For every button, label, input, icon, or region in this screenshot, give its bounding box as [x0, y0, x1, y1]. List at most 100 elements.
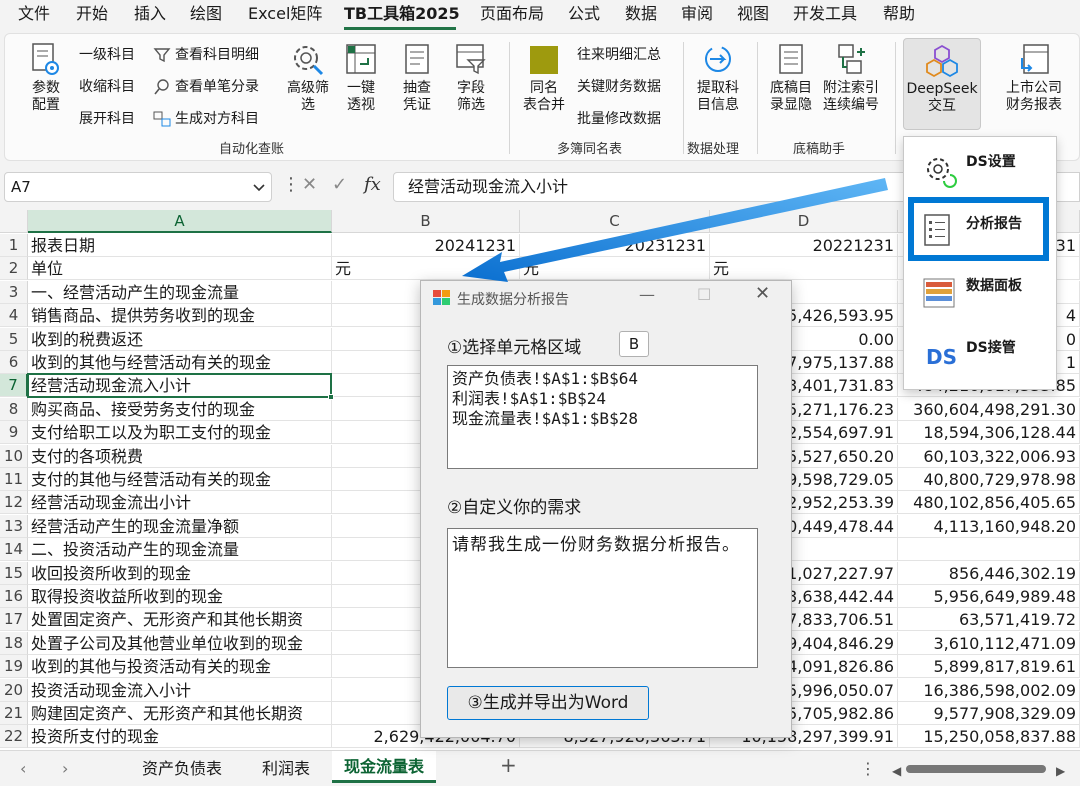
minimize-icon[interactable]: —: [639, 285, 655, 304]
menu-ds-settings[interactable]: DS设置: [904, 141, 1058, 199]
menu-view[interactable]: 视图: [737, 4, 769, 24]
menu-excel-matrix[interactable]: Excel矩阵: [248, 4, 322, 24]
add-sheet-icon[interactable]: +: [500, 755, 517, 775]
row-header[interactable]: 1: [0, 234, 28, 257]
cell-e13[interactable]: 4,113,160,948.20: [898, 514, 1080, 538]
select-range-button[interactable]: B: [619, 331, 649, 357]
column-header-b[interactable]: B: [332, 210, 520, 233]
menu-help[interactable]: 帮助: [883, 4, 915, 24]
menu-formulas[interactable]: 公式: [568, 4, 600, 24]
row-header[interactable]: 17: [0, 608, 28, 632]
params-config-button[interactable]: 参数 配置: [25, 42, 67, 114]
cell-d2[interactable]: 元: [710, 257, 898, 281]
cell-a15[interactable]: 收回投资所收到的现金: [28, 561, 332, 585]
cell-a20[interactable]: 投资活动现金流入小计: [28, 678, 332, 702]
cell-e17[interactable]: 63,571,419.72: [898, 608, 1080, 632]
select-all-corner[interactable]: [0, 210, 28, 233]
menu-developer[interactable]: 开发工具: [793, 4, 857, 24]
menu-file[interactable]: 文件: [18, 4, 50, 24]
field-filter-button[interactable]: 字段 筛选: [451, 42, 491, 114]
cell-a9[interactable]: 支付给职工以及为职工支付的现金: [28, 421, 332, 445]
menu-review[interactable]: 审阅: [681, 4, 713, 24]
row-header[interactable]: 2: [0, 257, 28, 281]
cell-d1[interactable]: 20221231: [710, 234, 898, 257]
name-box[interactable]: A7: [4, 172, 272, 202]
row-header[interactable]: 6: [0, 351, 28, 374]
fill-handle[interactable]: [328, 394, 334, 400]
cell-c2[interactable]: 元: [520, 257, 710, 281]
cell-e10[interactable]: 60,103,322,006.93: [898, 444, 1080, 468]
gen-contra-button[interactable]: 生成对方科目: [153, 110, 259, 128]
draft-toggle-button[interactable]: 底稿目 录显隐: [765, 42, 817, 114]
view-single-button[interactable]: 查看单笔分录: [153, 78, 259, 96]
generate-word-button[interactable]: ③生成并导出为Word: [447, 686, 649, 720]
close-icon[interactable]: ✕: [755, 283, 770, 304]
scroll-left-icon[interactable]: ◀: [892, 761, 901, 781]
advanced-filter-button[interactable]: 高级筛 选: [283, 42, 333, 114]
sheet-tab-balance[interactable]: 资产负债表: [142, 759, 222, 779]
sheet-tab-cashflow[interactable]: 现金流量表: [332, 751, 437, 783]
level1-account-button[interactable]: 一级科目: [79, 46, 135, 64]
requirement-textarea[interactable]: 请帮我生成一份财务数据分析报告。: [447, 528, 758, 668]
cell-a4[interactable]: 销售商品、提供劳务收到的现金: [28, 304, 332, 328]
note-index-button[interactable]: 附注索引 连续编号: [819, 42, 883, 114]
cell-a21[interactable]: 购建固定资产、无形资产和其他长期资: [28, 702, 332, 725]
row-header[interactable]: 13: [0, 514, 28, 538]
more-icon[interactable]: ⋮: [860, 759, 876, 779]
row-header[interactable]: 14: [0, 538, 28, 562]
scroll-right-icon[interactable]: ▶: [1056, 761, 1065, 781]
row-header[interactable]: 8: [0, 397, 28, 421]
cell-a10[interactable]: 支付的各项税费: [28, 444, 332, 468]
menu-tb-toolbox[interactable]: TB工具箱2025: [344, 4, 460, 24]
cell-c1[interactable]: 20231231: [520, 234, 710, 257]
cell-a8[interactable]: 购买商品、接受劳务支付的现金: [28, 397, 332, 421]
cell-e19[interactable]: 5,899,817,819.61: [898, 655, 1080, 679]
horizontal-scrollbar[interactable]: [906, 765, 1046, 773]
column-header-c[interactable]: C: [520, 210, 710, 233]
cell-b1[interactable]: 20241231: [332, 234, 520, 257]
row-header[interactable]: 9: [0, 421, 28, 445]
cell-e20[interactable]: 16,386,598,002.09: [898, 678, 1080, 702]
cell-a6[interactable]: 收到的其他与经营活动有关的现金: [28, 351, 332, 374]
key-fin-button[interactable]: 关键财务数据: [577, 78, 661, 96]
next-sheet-icon[interactable]: ›: [62, 759, 68, 779]
cell-e22[interactable]: 15,250,058,837.88: [898, 725, 1080, 749]
menu-draw[interactable]: 绘图: [190, 4, 222, 24]
cell-b2[interactable]: 元: [332, 257, 520, 281]
cancel-icon[interactable]: ✕: [302, 174, 317, 195]
cell-a3[interactable]: 一、经营活动产生的现金流量: [28, 280, 332, 304]
menu-data-panel[interactable]: 数据面板: [904, 265, 1058, 323]
pivot-button[interactable]: 一键 透视: [341, 42, 381, 114]
cell-e15[interactable]: 856,446,302.19: [898, 561, 1080, 585]
row-header[interactable]: 12: [0, 491, 28, 515]
voucher-button[interactable]: 抽查 凭证: [397, 42, 437, 114]
cell-a13[interactable]: 经营活动产生的现金流量净额: [28, 514, 332, 538]
cell-a1[interactable]: 报表日期: [28, 234, 332, 257]
enter-icon[interactable]: ✓: [332, 174, 347, 195]
cell-e21[interactable]: 9,577,908,329.09: [898, 702, 1080, 725]
cell-a14[interactable]: 二、投资活动产生的现金流量: [28, 538, 332, 562]
cell-a22[interactable]: 投资所支付的现金: [28, 725, 332, 749]
row-header[interactable]: 21: [0, 702, 28, 725]
listed-company-button[interactable]: 上市公司 财务报表: [1001, 42, 1067, 114]
cell-e8[interactable]: 360,604,498,291.30: [898, 397, 1080, 421]
cell-a17[interactable]: 处置固定资产、无形资产和其他长期资: [28, 608, 332, 632]
range-textarea[interactable]: 资产负债表!$A$1:$B$64 利润表!$A$1:$B$24 现金流量表!$A…: [447, 365, 758, 469]
cell-a11[interactable]: 支付的其他与经营活动有关的现金: [28, 468, 332, 491]
cell-a5[interactable]: 收到的税费返还: [28, 327, 332, 351]
cell-a19[interactable]: 收到的其他与投资活动有关的现金: [28, 655, 332, 679]
menu-insert[interactable]: 插入: [134, 4, 166, 24]
cell-e11[interactable]: 40,800,729,978.98: [898, 468, 1080, 491]
merge-same-name-button[interactable]: 同名 表合并: [521, 42, 567, 114]
prev-sheet-icon[interactable]: ‹: [20, 759, 26, 779]
column-header-d[interactable]: D: [710, 210, 898, 233]
menu-data[interactable]: 数据: [625, 4, 657, 24]
row-header[interactable]: 19: [0, 655, 28, 679]
batch-edit-button[interactable]: 批量修改数据: [577, 110, 661, 128]
row-header[interactable]: 15: [0, 561, 28, 585]
menu-ds-takeover[interactable]: DS DS接管: [904, 327, 1058, 385]
row-header[interactable]: 20: [0, 678, 28, 702]
row-header[interactable]: 7: [0, 374, 28, 398]
cell-a18[interactable]: 处置子公司及其他营业单位收到的现金: [28, 631, 332, 655]
row-header[interactable]: 10: [0, 444, 28, 468]
